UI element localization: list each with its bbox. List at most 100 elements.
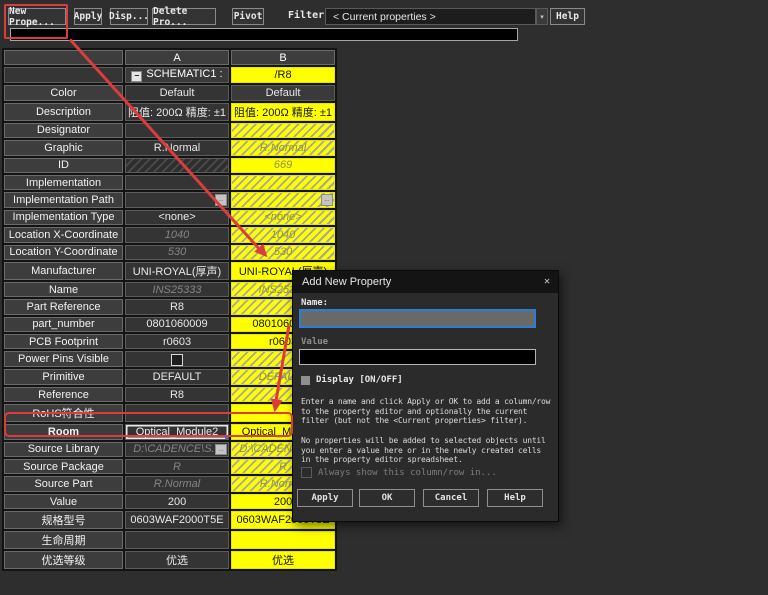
- ellipsis-button[interactable]: ...: [215, 444, 227, 455]
- cell-b[interactable]: 阻值: 200Ω 精度: ±1: [231, 103, 335, 121]
- row-label[interactable]: 生命周期: [4, 531, 123, 549]
- row-label[interactable]: Room: [4, 424, 123, 439]
- display-button[interactable]: Disp...: [110, 8, 148, 25]
- cell-b[interactable]: [231, 123, 335, 138]
- new-property-button[interactable]: New Prope...: [8, 8, 66, 25]
- row-label[interactable]: Location X-Coordinate: [4, 227, 123, 242]
- column-header-a[interactable]: A: [125, 50, 229, 65]
- delete-property-button[interactable]: Delete Pro...: [152, 8, 216, 25]
- dialog-apply-button[interactable]: Apply: [297, 489, 353, 507]
- cell-a[interactable]: 200: [125, 494, 229, 509]
- row-label[interactable]: part_number: [4, 317, 123, 332]
- apply-button[interactable]: Apply: [74, 8, 102, 25]
- cell-a[interactable]: [125, 158, 229, 173]
- cell-a[interactable]: R8: [125, 299, 229, 314]
- row-label[interactable]: Part Reference: [4, 299, 123, 314]
- dropdown-arrow-icon[interactable]: ▾: [536, 8, 548, 25]
- ellipsis-button[interactable]: ...: [215, 194, 227, 205]
- cell-a[interactable]: Optical_Module2: [125, 424, 229, 439]
- cell-a[interactable]: [125, 123, 229, 138]
- dialog-help-button[interactable]: Help: [487, 489, 543, 507]
- group-cell-a[interactable]: −SCHEMATIC1 :: [125, 67, 229, 83]
- cell-a[interactable]: [125, 404, 229, 422]
- row-label[interactable]: Implementation Type: [4, 210, 123, 225]
- row-label[interactable]: Source Library: [4, 442, 123, 457]
- cell-a[interactable]: 阻值: 200Ω 精度: ±1: [125, 103, 229, 121]
- row-label[interactable]: Implementation Path: [4, 192, 123, 207]
- cell-b[interactable]: ...: [231, 192, 335, 207]
- collapse-icon[interactable]: −: [131, 71, 142, 82]
- ellipsis-button[interactable]: ...: [321, 194, 333, 205]
- corner-cell[interactable]: [4, 50, 123, 65]
- cell-b[interactable]: Default: [231, 85, 335, 100]
- row-label[interactable]: Color: [4, 85, 123, 100]
- row-label[interactable]: 规格型号: [4, 511, 123, 529]
- row-label[interactable]: 优选等级: [4, 551, 123, 569]
- row-label[interactable]: Graphic: [4, 140, 123, 155]
- cell-a[interactable]: INS25333: [125, 282, 229, 297]
- row-label[interactable]: Manufacturer: [4, 262, 123, 280]
- cell-a[interactable]: r0603: [125, 334, 229, 349]
- row-label[interactable]: Name: [4, 282, 123, 297]
- cell-a[interactable]: 0801060009: [125, 317, 229, 332]
- cell-a[interactable]: Default: [125, 85, 229, 100]
- column-header-b[interactable]: B: [231, 50, 335, 65]
- power-pins-checkbox[interactable]: [171, 354, 183, 366]
- cell-edit-input[interactable]: [10, 28, 518, 41]
- cell-a[interactable]: 1040: [125, 227, 229, 242]
- dialog-cancel-button[interactable]: Cancel: [423, 489, 479, 507]
- row-label[interactable]: Primitive: [4, 369, 123, 384]
- row-label[interactable]: Implementation: [4, 175, 123, 190]
- row-label[interactable]: Source Package: [4, 459, 123, 474]
- cell-a[interactable]: [125, 531, 229, 549]
- cell-a[interactable]: D:\CADENCE\S......: [125, 442, 229, 457]
- property-grid: A B −SCHEMATIC1 : /R8 ColorDefaultDefaul…: [2, 48, 337, 571]
- row-label[interactable]: ID: [4, 158, 123, 173]
- display-onoff-checkbox[interactable]: Display [ON/OFF]: [301, 375, 403, 385]
- row-label[interactable]: Power Pins Visible: [4, 351, 123, 367]
- row-label[interactable]: Description: [4, 103, 123, 121]
- value-field[interactable]: [299, 349, 536, 365]
- cell-value: D:\CADENCE\S...: [133, 443, 220, 455]
- cell-a[interactable]: [125, 351, 229, 367]
- cell-a[interactable]: 0603WAF2000T5E: [125, 511, 229, 529]
- cell-b[interactable]: <none>: [231, 210, 335, 225]
- cell-a[interactable]: R8: [125, 387, 229, 402]
- cell-a[interactable]: 优选: [125, 551, 229, 569]
- row-label[interactable]: Location Y-Coordinate: [4, 245, 123, 260]
- cell-a[interactable]: <none>: [125, 210, 229, 225]
- cell-a[interactable]: ...: [125, 192, 229, 207]
- cell-b[interactable]: 优选: [231, 551, 335, 569]
- row-label[interactable]: PCB Footprint: [4, 334, 123, 349]
- dialog-ok-button[interactable]: OK: [359, 489, 415, 507]
- filter-dropdown[interactable]: < Current properties >: [325, 8, 536, 25]
- row-label[interactable]: RoHS符合性: [4, 404, 123, 422]
- cell-b[interactable]: 1040: [231, 227, 335, 242]
- cell-a[interactable]: DEFAULT: [125, 369, 229, 384]
- row-label[interactable]: Reference: [4, 387, 123, 402]
- cell-a[interactable]: R: [125, 459, 229, 474]
- row-label[interactable]: Source Part: [4, 476, 123, 491]
- row-label[interactable]: Value: [4, 494, 123, 509]
- cell-b[interactable]: 530: [231, 245, 335, 260]
- cell-a[interactable]: R.Normal: [125, 140, 229, 155]
- cell-b[interactable]: [231, 175, 335, 190]
- cell-a[interactable]: [125, 175, 229, 190]
- cell-value: R.Normal: [154, 142, 200, 154]
- pivot-button[interactable]: Pivot: [232, 8, 264, 25]
- checkbox-icon[interactable]: [301, 467, 312, 478]
- close-icon[interactable]: ✕: [544, 276, 550, 287]
- group-cell-b[interactable]: /R8: [231, 67, 335, 83]
- cell-a[interactable]: 530: [125, 245, 229, 260]
- row-label[interactable]: Designator: [4, 123, 123, 138]
- cell-a[interactable]: UNI-ROYAL(厚声): [125, 262, 229, 280]
- cell-a[interactable]: R.Normal: [125, 476, 229, 491]
- checkbox-icon[interactable]: [301, 376, 310, 385]
- cell-b[interactable]: 669: [231, 158, 335, 173]
- help-button[interactable]: Help: [550, 8, 585, 25]
- cell-b[interactable]: [231, 531, 335, 549]
- cell-b[interactable]: R.Normal: [231, 140, 335, 155]
- fill-handle[interactable]: [225, 436, 229, 440]
- name-field[interactable]: [299, 309, 536, 328]
- always-show-checkbox[interactable]: Always show this column/row in...: [301, 467, 497, 478]
